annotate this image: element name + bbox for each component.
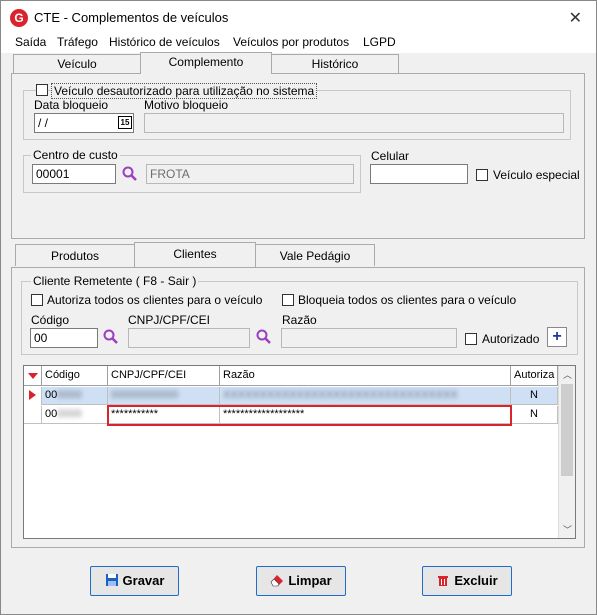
- add-cliente-button[interactable]: +: [547, 327, 567, 347]
- cell-cnpj: 00000000000: [108, 387, 220, 405]
- eraser-icon: [270, 575, 284, 587]
- redacted-text: 00000000000: [111, 389, 179, 401]
- clientes-grid: Código CNPJ/CPF/CEI Razão Autoriza 00000…: [23, 365, 576, 539]
- cell-razao: XXXXXXXXXXXXXXXXXXXXXXXXXXXXXXXX: [220, 387, 511, 405]
- tab-produtos[interactable]: Produtos: [15, 244, 135, 266]
- excluir-button[interactable]: Excluir: [422, 566, 512, 596]
- grid-scrollbar[interactable]: ︿ ﹀: [558, 366, 575, 538]
- cell-codigo-text: 00: [45, 389, 58, 401]
- menu-item-historico-veiculos[interactable]: Histórico de veículos: [109, 35, 220, 49]
- cell-autoriza: N: [511, 387, 558, 405]
- veiculo-especial-checkbox[interactable]: [476, 169, 488, 181]
- limpar-button[interactable]: Limpar: [256, 566, 346, 596]
- bloqueia-todos-checkbox[interactable]: [282, 294, 294, 306]
- gravar-button[interactable]: Gravar: [90, 566, 179, 596]
- col-cnpj[interactable]: CNPJ/CPF/CEI: [108, 366, 220, 386]
- scroll-up-icon[interactable]: ︿: [563, 368, 572, 381]
- grid-header: Código CNPJ/CPF/CEI Razão Autoriza: [24, 366, 558, 386]
- title-bar: G CTE - Complementos de veículos ✕: [1, 1, 596, 33]
- col-razao[interactable]: Razão: [220, 366, 511, 386]
- centro-custo-code-input[interactable]: 00001: [32, 164, 116, 184]
- autorizado-checkbox[interactable]: [465, 333, 477, 345]
- gravar-label: Gravar: [122, 573, 165, 588]
- cliente-codigo-input[interactable]: 00: [30, 328, 98, 348]
- cell-codigo: 000000: [42, 387, 108, 405]
- autoriza-todos-label: Autoriza todos os clientes para o veícul…: [47, 293, 263, 307]
- data-bloqueio-label: Data bloqueio: [34, 98, 109, 112]
- highlight-box: [107, 405, 512, 426]
- row-pointer: [24, 406, 42, 424]
- celular-label: Celular: [371, 149, 410, 163]
- menu-item-veiculos-produtos[interactable]: Veículos por produtos: [233, 35, 349, 49]
- razao-label: Razão: [282, 313, 317, 327]
- veiculo-desautorizado-checkbox[interactable]: [36, 84, 48, 96]
- cliente-remetente-label: Cliente Remetente ( F8 - Sair ): [31, 274, 199, 288]
- grid-indicator-header: [24, 366, 42, 386]
- autorizado-label: Autorizado: [482, 332, 540, 346]
- autoriza-todos-checkbox[interactable]: [31, 294, 43, 306]
- cell-codigo: 000000: [42, 406, 108, 424]
- tab-vale-pedagio[interactable]: Vale Pedágio: [255, 244, 375, 266]
- cnpj-label: CNPJ/CPF/CEI: [128, 313, 211, 327]
- search-centro-custo-icon[interactable]: [122, 166, 138, 182]
- veiculo-especial-label: Veículo especial: [493, 168, 580, 182]
- window: G CTE - Complementos de veículos ✕ Saída…: [0, 0, 597, 615]
- redacted-text: 0000: [57, 408, 82, 420]
- menu-item-lgpd[interactable]: LGPD: [363, 35, 396, 49]
- menu-bar: Saída Tráfego Histórico de veículos Veíc…: [1, 33, 596, 53]
- menu-item-trafego[interactable]: Tráfego: [57, 35, 98, 49]
- tab-veiculo[interactable]: Veículo: [13, 54, 141, 74]
- scroll-thumb[interactable]: [561, 384, 573, 476]
- limpar-label: Limpar: [288, 573, 332, 588]
- centro-custo-name-input[interactable]: FROTA: [146, 164, 354, 184]
- tab-complemento[interactable]: Complemento: [140, 52, 272, 74]
- codigo-label: Código: [31, 313, 70, 327]
- bloqueia-todos-label: Bloqueia todos os clientes para o veícul…: [298, 293, 517, 307]
- table-row[interactable]: 000000 00000000000 XXXXXXXXXXXXXXXXXXXXX…: [24, 387, 558, 405]
- sort-down-icon: [28, 373, 38, 379]
- redacted-text: 0000: [57, 389, 82, 401]
- trash-icon: [438, 576, 449, 586]
- menu-item-saida[interactable]: Saída: [15, 35, 46, 49]
- search-cnpj-icon[interactable]: [256, 329, 272, 345]
- save-icon: [105, 574, 118, 586]
- close-button[interactable]: ✕: [569, 8, 582, 28]
- col-codigo[interactable]: Código: [42, 366, 108, 386]
- razao-input[interactable]: [281, 328, 457, 348]
- window-title: CTE - Complementos de veículos: [34, 10, 229, 25]
- calendar-icon[interactable]: 15: [118, 116, 132, 129]
- search-codigo-icon[interactable]: [103, 329, 119, 345]
- row-pointer: [24, 387, 42, 405]
- cnpj-input[interactable]: [128, 328, 250, 348]
- scroll-down-icon[interactable]: ﹀: [563, 523, 572, 536]
- app-logo-icon: G: [10, 9, 28, 27]
- motivo-bloqueio-label: Motivo bloqueio: [144, 98, 229, 112]
- redacted-text: XXXXXXXXXXXXXXXXXXXXXXXXXXXXXXXX: [223, 389, 458, 401]
- row-pointer-icon: [29, 390, 36, 400]
- col-autoriza[interactable]: Autoriza: [511, 366, 558, 386]
- cell-codigo-text: 00: [45, 408, 58, 420]
- centro-custo-label: Centro de custo: [31, 148, 120, 162]
- excluir-label: Excluir: [454, 573, 498, 588]
- motivo-bloqueio-input[interactable]: [144, 113, 564, 133]
- cell-autoriza: N: [511, 406, 558, 424]
- celular-input[interactable]: [370, 164, 468, 184]
- tab-clientes[interactable]: Clientes: [134, 242, 256, 267]
- veiculo-desautorizado-label: Veículo desautorizado para utilização no…: [51, 83, 318, 99]
- tab-historico[interactable]: Histórico: [271, 54, 399, 74]
